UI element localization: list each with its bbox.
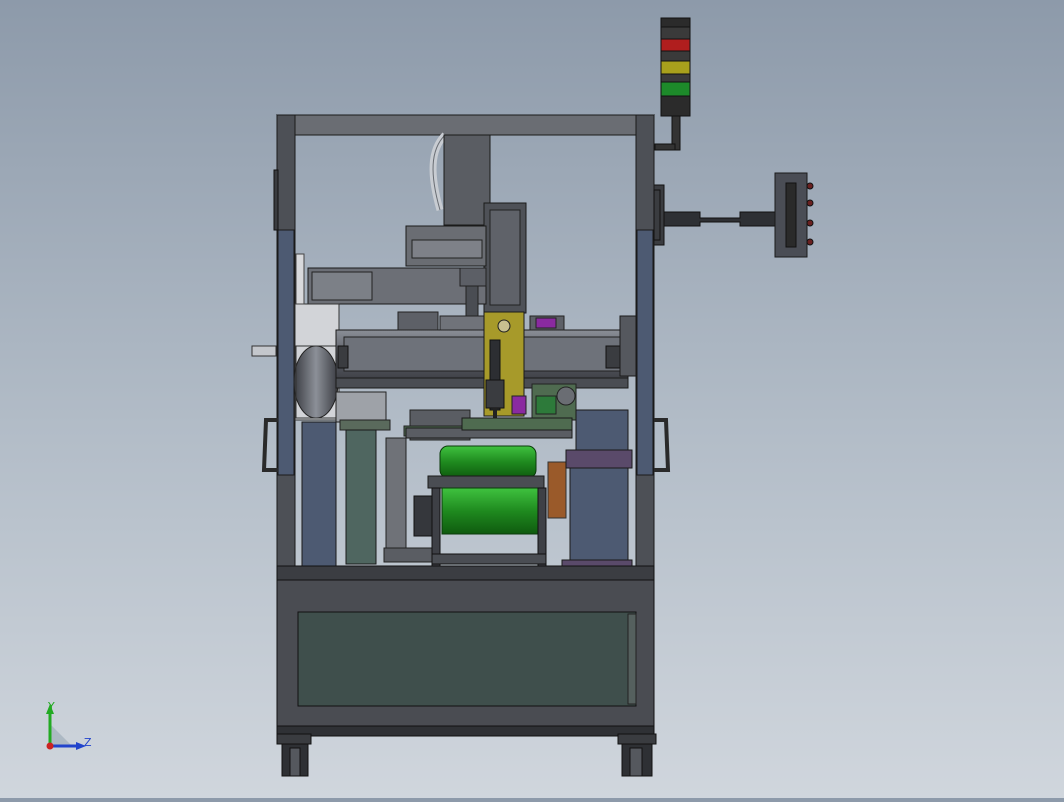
left-side-panel (277, 229, 295, 476)
yellow-lamp (660, 60, 691, 75)
right-column (547, 449, 633, 569)
red-lamp (660, 38, 691, 52)
cabinet (276, 565, 655, 737)
cad-viewport[interactable] (0, 0, 1064, 798)
z-axis-label: Z (84, 736, 92, 749)
y-axis-label: Y (47, 700, 55, 713)
cable-hose (429, 132, 448, 211)
casters (276, 733, 657, 777)
axis-triad: Y Z (46, 700, 92, 750)
signal-tower (654, 17, 691, 151)
dispensing-head (483, 311, 527, 426)
control-panel-arm (653, 172, 814, 258)
cabinet-door (297, 611, 637, 707)
green-lamp (660, 81, 691, 97)
machine-assembly-drawing (251, 17, 814, 777)
green-roller (427, 445, 547, 569)
right-side-panel (636, 229, 654, 476)
x-axis-origin (46, 742, 54, 750)
robot-column (307, 134, 527, 317)
purple-sensor (535, 317, 557, 329)
